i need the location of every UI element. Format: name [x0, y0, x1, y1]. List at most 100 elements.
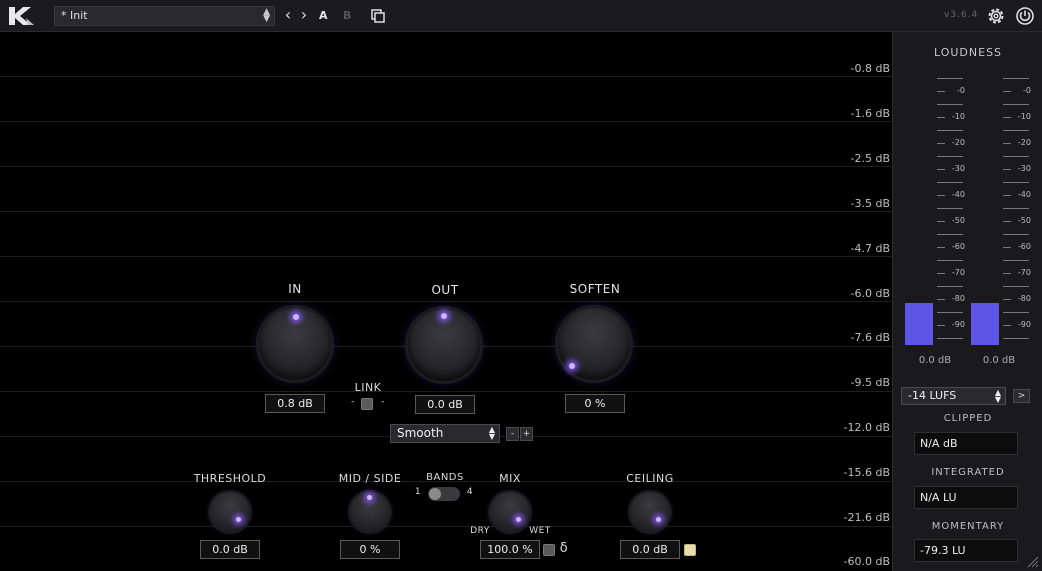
gear-icon[interactable] — [986, 6, 1006, 26]
target-go-button[interactable]: > — [1013, 389, 1030, 403]
meter-tick — [1003, 208, 1029, 209]
meter-tick-label: -20 — [951, 138, 965, 147]
ceiling-label: CEILING — [626, 472, 674, 485]
delta-label: δ — [559, 541, 569, 556]
meter-tick-label: -90 — [1017, 320, 1031, 329]
knob-indicator — [441, 313, 447, 319]
in-value[interactable]: 0.8 dB — [265, 394, 325, 413]
meter-tick — [1003, 273, 1011, 274]
meter-tick-label: -50 — [1017, 216, 1031, 225]
grid-line — [0, 391, 892, 392]
grid-line — [0, 166, 892, 167]
bands-toggle[interactable] — [428, 487, 460, 501]
right-meter-value: 0.0 dB — [982, 355, 1016, 366]
meter-tick-label: -0 — [957, 86, 965, 95]
meter-tick — [1003, 156, 1029, 157]
delta-button[interactable] — [543, 544, 555, 556]
preset-selector[interactable]: * Init ▲ ▼ — [54, 6, 275, 26]
meter-tick-label: -40 — [1017, 190, 1031, 199]
db-scale-label: -2.5 dB — [850, 152, 891, 165]
meter-tick — [937, 221, 945, 222]
mix-knob[interactable] — [490, 492, 530, 532]
next-preset-button[interactable]: › — [297, 6, 311, 26]
prev-preset-button[interactable]: ‹ — [281, 6, 295, 26]
threshold-knob[interactable] — [210, 492, 250, 532]
out-value[interactable]: 0.0 dB — [415, 395, 475, 414]
mix-label: MIX — [499, 472, 521, 485]
meter-tick — [937, 143, 945, 144]
mix-wet-label: WET — [529, 526, 551, 536]
midside-value[interactable]: 0 % — [340, 540, 400, 559]
knob-indicator — [569, 363, 575, 369]
ceiling-value[interactable]: 0.0 dB — [620, 540, 680, 559]
meter-tick — [937, 247, 945, 248]
meter-tick — [1003, 130, 1029, 131]
ceiling-lock-button[interactable] — [684, 544, 696, 556]
out-label: OUT — [431, 283, 459, 297]
meter-tick — [937, 117, 945, 118]
meter-tick — [1003, 169, 1011, 170]
integrated-value: N/A LU — [914, 486, 1018, 509]
clipped-value: N/A dB — [914, 432, 1018, 455]
in-knob[interactable] — [259, 308, 331, 380]
resize-handle-icon[interactable] — [1025, 554, 1039, 568]
link-minus: - — [351, 397, 355, 407]
clipped-label: CLIPPED — [943, 413, 993, 424]
preset-name: * Init — [61, 9, 88, 22]
meter-tick-label: -60 — [1017, 242, 1031, 251]
meter-tick — [1003, 247, 1011, 248]
version-label: v3.6.4 — [944, 10, 979, 20]
meter-tick-label: -90 — [951, 320, 965, 329]
meter-tick — [937, 182, 963, 183]
grid-line — [0, 76, 892, 77]
target-loudness-select[interactable]: -14 LUFS ▲ ▼ — [901, 387, 1006, 405]
target-loudness-value: -14 LUFS — [908, 389, 957, 402]
state-b-button[interactable]: B — [343, 9, 351, 22]
mix-value[interactable]: 100.0 % — [480, 540, 540, 559]
mode-plus-button[interactable]: + — [520, 427, 533, 441]
grid-line — [0, 121, 892, 122]
meter-tick — [937, 104, 963, 105]
meter-tick — [937, 195, 945, 196]
left-meter-value: 0.0 dB — [918, 355, 952, 366]
grid-line — [0, 256, 892, 257]
meter-tick-label: -0 — [1023, 86, 1031, 95]
out-knob[interactable] — [408, 309, 480, 381]
knob-indicator — [236, 517, 241, 522]
link-button[interactable] — [361, 398, 373, 410]
power-icon[interactable] — [1015, 6, 1035, 26]
db-scale-label: -1.6 dB — [850, 107, 891, 120]
midside-knob[interactable] — [350, 492, 390, 532]
state-a-button[interactable]: A — [319, 9, 328, 22]
plugin-logo — [9, 7, 34, 25]
soften-knob[interactable] — [558, 308, 630, 380]
grid-line — [0, 301, 892, 302]
loudness-title: LOUDNESS — [933, 46, 1003, 59]
meter-tick — [1003, 91, 1011, 92]
updown-icon: ▲ ▼ — [488, 425, 495, 441]
ceiling-knob[interactable] — [630, 492, 670, 532]
meter-tick — [1003, 195, 1011, 196]
toggle-thumb — [429, 488, 441, 500]
bands-label: BANDS — [426, 472, 464, 483]
soften-value[interactable]: 0 % — [565, 394, 625, 413]
grid-line — [0, 211, 892, 212]
mode-minus-button[interactable]: - — [506, 427, 519, 441]
meter-tick — [1003, 312, 1029, 313]
meter-tick — [1003, 286, 1029, 287]
meter-tick-label: -70 — [1017, 268, 1031, 277]
mode-select[interactable]: Smooth ▲ ▼ — [390, 424, 500, 443]
meter-tick-label: -10 — [951, 112, 965, 121]
momentary-label: MOMENTARY — [931, 521, 1005, 532]
db-scale-label: -6.0 dB — [850, 287, 891, 300]
meter-tick-label: -60 — [951, 242, 965, 251]
copy-icon[interactable] — [371, 9, 385, 23]
meter-tick — [1003, 325, 1011, 326]
meter-tick — [1003, 299, 1011, 300]
db-scale-label: -60.0 dB — [843, 555, 891, 568]
threshold-value[interactable]: 0.0 dB — [200, 540, 260, 559]
in-label: IN — [288, 282, 302, 296]
bands-min-label: 1 — [414, 487, 422, 497]
meter-tick — [937, 234, 963, 235]
loudness-panel: LOUDNESS -0 -10 -20 -30 -40 -50 -60 -70 -80 -90 0… — [892, 32, 1042, 571]
